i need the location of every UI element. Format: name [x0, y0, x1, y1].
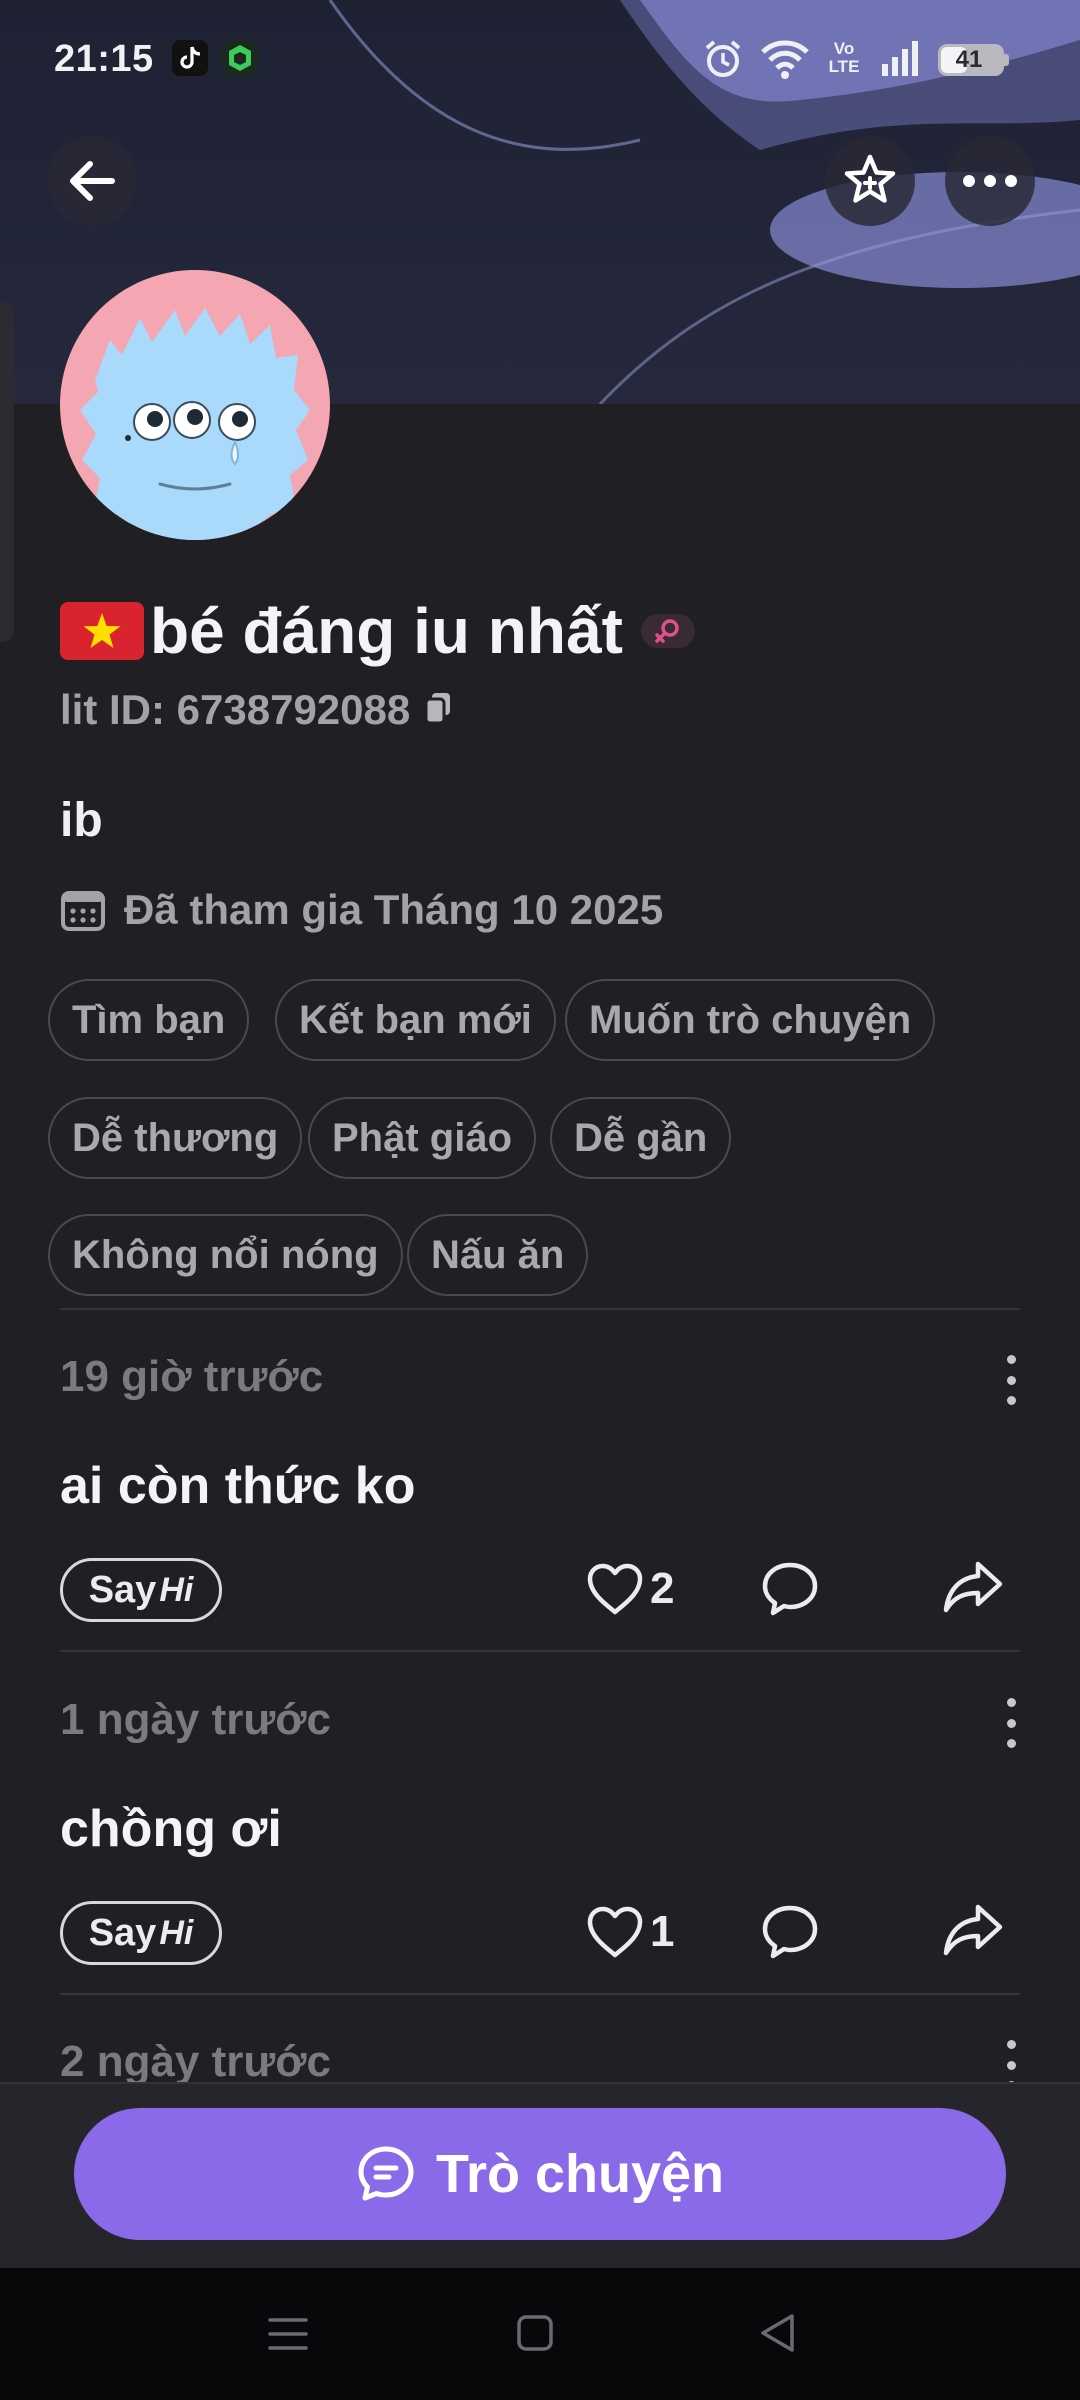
- profile-bio: ib: [60, 794, 103, 847]
- joined-row: Đã tham gia Tháng 10 2025: [60, 886, 663, 934]
- like-button[interactable]: 2: [586, 1562, 674, 1616]
- calendar-icon: [61, 891, 105, 931]
- share-icon: [943, 1561, 1003, 1613]
- chat-bubble-icon: [358, 2146, 414, 2201]
- post-more-button[interactable]: [996, 1355, 1026, 1405]
- like-count: 2: [650, 1564, 675, 1613]
- heart-icon: [587, 1906, 643, 1958]
- say-hi-button[interactable]: Say Hi: [60, 1558, 222, 1622]
- app-shield-icon: [222, 40, 258, 81]
- interest-tag[interactable]: Muốn trò chuyện: [565, 979, 936, 1061]
- say-hi-label-italic: Hi: [159, 1913, 194, 1952]
- female-icon: [640, 614, 695, 648]
- status-time: 21:15: [54, 38, 154, 80]
- share-button[interactable]: [942, 1903, 1004, 1962]
- chat-button[interactable]: Trò chuyện: [74, 2108, 1006, 2240]
- favorite-button[interactable]: [825, 136, 915, 226]
- display-name: bé đáng iu nhất: [150, 595, 623, 667]
- say-hi-label: Say: [88, 1568, 157, 1611]
- post-text: chồng ơi: [60, 1800, 282, 1858]
- wifi-icon: [760, 38, 810, 85]
- profile-screen: 21:15 Vo LTE 41 bé đáng iu nhất lit ID: …: [0, 0, 1080, 2400]
- battery-level: 41: [955, 46, 983, 73]
- side-drawer-handle[interactable]: [0, 302, 14, 642]
- share-icon: [943, 1904, 1003, 1956]
- share-button[interactable]: [942, 1560, 1004, 1619]
- signal-icon: [880, 40, 922, 83]
- comment-icon: [762, 1905, 818, 1959]
- interest-tag[interactable]: Dễ thương: [48, 1097, 303, 1179]
- post-time: 2 ngày trước: [60, 2037, 332, 2086]
- interest-tag[interactable]: Dễ gần: [550, 1097, 732, 1179]
- say-hi-label: Say: [88, 1911, 157, 1954]
- interest-tag[interactable]: Nấu ăn: [407, 1214, 589, 1296]
- joined-date: Đã tham gia Tháng 10 2025: [124, 886, 664, 933]
- interest-tag[interactable]: Không nổi nóng: [48, 1214, 403, 1296]
- more-options-button[interactable]: [945, 136, 1035, 226]
- home-button[interactable]: [516, 2314, 554, 2357]
- interest-tag[interactable]: Tìm bạn: [48, 979, 250, 1061]
- vietnam-flag-icon: [60, 602, 144, 660]
- star-add-icon: [844, 154, 896, 203]
- bottom-action-bar: Trò chuyện: [0, 2082, 1080, 2268]
- divider: [60, 1650, 1020, 1652]
- interest-tag[interactable]: Kết bạn mới: [275, 979, 556, 1061]
- tiktok-icon: [172, 40, 208, 81]
- profile-name-row: bé đáng iu nhất: [60, 594, 695, 668]
- say-hi-label-italic: Hi: [159, 1570, 194, 1609]
- interest-tag[interactable]: Phật giáo: [308, 1097, 537, 1179]
- more-horizontal-icon: [963, 175, 1017, 187]
- square-home-icon: [517, 2315, 553, 2351]
- comment-button[interactable]: [760, 1903, 820, 1966]
- comment-icon: [762, 1562, 818, 1616]
- menu-lines-icon: [268, 2318, 308, 2350]
- back-nav-button[interactable]: [758, 2312, 796, 2359]
- battery-icon: 41: [938, 44, 1009, 76]
- triangle-back-icon: [761, 2314, 794, 2352]
- post-time: 19 giờ trước: [60, 1352, 324, 1401]
- system-navigation-bar: [0, 2268, 1080, 2400]
- back-button[interactable]: [47, 136, 137, 226]
- post-more-button[interactable]: [996, 1698, 1026, 1748]
- post-time: 1 ngày trước: [60, 1695, 332, 1744]
- chat-button-label: Trò chuyện: [435, 2144, 725, 2204]
- lit-id-row: lit ID: 6738792088: [60, 686, 454, 734]
- volte-icon: Vo LTE: [828, 39, 860, 76]
- divider: [60, 1993, 1020, 1995]
- like-button[interactable]: 1: [586, 1905, 674, 1959]
- comment-button[interactable]: [760, 1560, 820, 1623]
- status-bar: 21:15 Vo LTE 41: [0, 0, 1080, 120]
- say-hi-button[interactable]: Say Hi: [60, 1901, 222, 1965]
- alarm-icon: [702, 38, 744, 85]
- heart-icon: [587, 1563, 643, 1615]
- like-count: 1: [650, 1907, 675, 1956]
- divider: [60, 1308, 1020, 1310]
- copy-icon[interactable]: [424, 691, 454, 730]
- arrow-left-icon: [70, 161, 115, 201]
- lit-id: lit ID: 6738792088: [60, 686, 411, 733]
- monster-avatar-illustration: [80, 308, 310, 540]
- post-text: ai còn thức ko: [60, 1457, 416, 1515]
- avatar[interactable]: [60, 270, 330, 540]
- recent-apps-button[interactable]: [268, 2316, 308, 2357]
